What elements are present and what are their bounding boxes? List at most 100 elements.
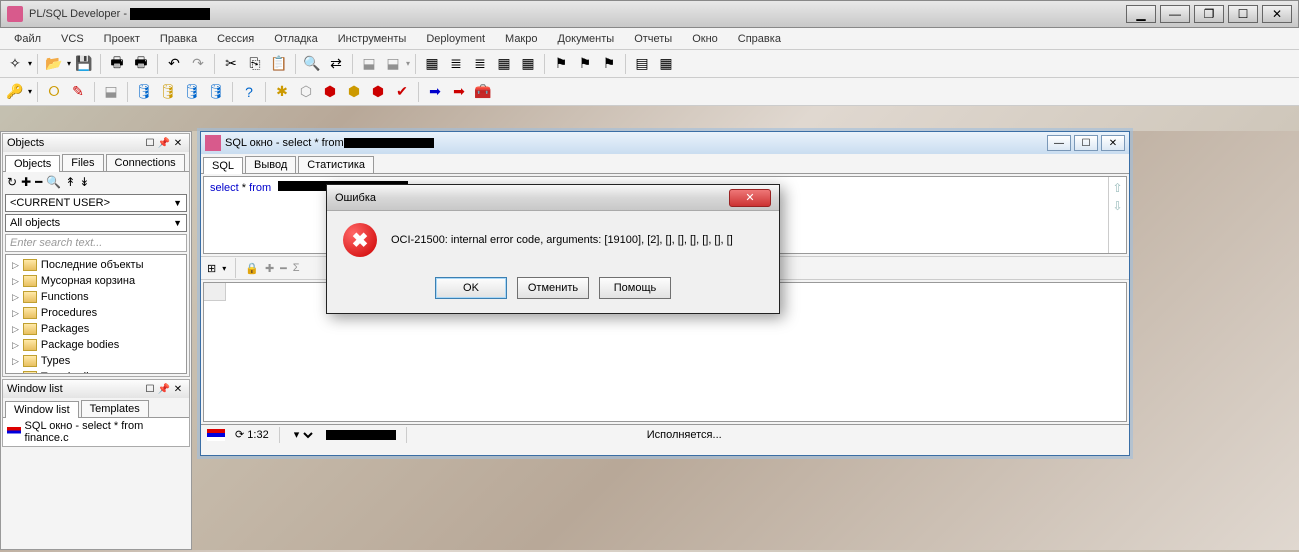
pen-icon[interactable]: ✎: [67, 81, 89, 103]
lock-icon[interactable]: 🔒: [245, 262, 259, 275]
user-combo[interactable]: <CURRENT USER>▼: [5, 194, 187, 212]
windows2-icon[interactable]: ▦: [655, 53, 677, 75]
sql-window-titlebar[interactable]: SQL окно - select * from — ☐ ✕: [201, 132, 1129, 154]
outdent-icon[interactable]: ≣: [469, 53, 491, 75]
restore-button[interactable]: —: [1160, 5, 1190, 23]
status-combo[interactable]: ▾: [290, 428, 316, 442]
db4-icon[interactable]: 🛢: [205, 81, 227, 103]
add-icon[interactable]: ✚: [21, 175, 31, 189]
menu-reports[interactable]: Отчеты: [626, 31, 680, 47]
menu-macro[interactable]: Макро: [497, 31, 545, 47]
menu-vcs[interactable]: VCS: [53, 31, 92, 47]
menu-file[interactable]: Файл: [6, 31, 49, 47]
panel-close-icon[interactable]: ✕: [171, 136, 185, 150]
tab-files[interactable]: Files: [62, 154, 103, 171]
nav-down-icon[interactable]: ⇩: [1112, 199, 1122, 213]
up-icon[interactable]: ↟: [65, 175, 75, 189]
close-button[interactable]: ✕: [1262, 5, 1292, 23]
bookmark-icon[interactable]: ⚑: [550, 53, 572, 75]
copy-icon[interactable]: ⎘: [244, 53, 266, 75]
save-icon[interactable]: 💾: [73, 53, 95, 75]
hex1-icon[interactable]: ⬡: [295, 81, 317, 103]
refresh-icon[interactable]: ↻: [7, 175, 17, 189]
redo-icon[interactable]: ↷: [187, 53, 209, 75]
menu-window[interactable]: Окно: [684, 31, 726, 47]
help-button[interactable]: Помощь: [599, 277, 671, 299]
restore2-button[interactable]: ❐: [1194, 5, 1224, 23]
menu-documents[interactable]: Документы: [549, 31, 622, 47]
windowlist-item[interactable]: SQL окно - select * from finance.c: [3, 418, 189, 446]
assist-icon[interactable]: ▦: [517, 53, 539, 75]
cut-icon[interactable]: ✂: [220, 53, 242, 75]
new-icon[interactable]: ✧: [4, 53, 26, 75]
del-icon[interactable]: ━: [35, 175, 42, 189]
wl-dock-icon[interactable]: ☐: [143, 382, 157, 396]
menu-tools[interactable]: Инструменты: [330, 31, 415, 47]
tab-sql[interactable]: SQL: [203, 157, 243, 174]
tab-templates[interactable]: Templates: [81, 400, 149, 417]
run-icon[interactable]: ➡: [424, 81, 446, 103]
panel-pin-icon[interactable]: 📌: [157, 136, 171, 150]
child-minimize-button[interactable]: —: [1047, 135, 1071, 151]
db2-icon[interactable]: 🛢: [157, 81, 179, 103]
dialog-titlebar[interactable]: Ошибка ✕: [327, 185, 779, 211]
wl-close-icon[interactable]: ✕: [171, 382, 185, 396]
menu-session[interactable]: Сессия: [209, 31, 262, 47]
grid-icon[interactable]: ⊞: [207, 262, 216, 275]
stop-icon[interactable]: 🧰: [472, 81, 494, 103]
menu-help[interactable]: Справка: [730, 31, 789, 47]
explain2-icon[interactable]: ⬓: [382, 53, 404, 75]
key-icon[interactable]: 🔑: [4, 81, 26, 103]
gear-icon[interactable]: ✱: [271, 81, 293, 103]
hex2-icon[interactable]: ⬢: [319, 81, 341, 103]
beauty-icon[interactable]: ▦: [493, 53, 515, 75]
run2-icon[interactable]: ➡: [448, 81, 470, 103]
menu-edit[interactable]: Правка: [152, 31, 205, 47]
find2-icon[interactable]: 🔍: [46, 175, 61, 189]
tab-windowlist[interactable]: Window list: [5, 401, 79, 418]
open-icon[interactable]: 📂: [43, 53, 65, 75]
db1-icon[interactable]: 🛢: [133, 81, 155, 103]
find-icon[interactable]: 🔍: [301, 53, 323, 75]
minus-icon[interactable]: ━: [280, 262, 287, 275]
menu-debug[interactable]: Отладка: [266, 31, 325, 47]
bookmark3-icon[interactable]: ⚑: [598, 53, 620, 75]
panel-dock-icon[interactable]: ☐: [143, 136, 157, 150]
findrepeat-icon[interactable]: ⇄: [325, 53, 347, 75]
help-icon[interactable]: ?: [238, 81, 260, 103]
paste-icon[interactable]: 📋: [268, 53, 290, 75]
print-icon[interactable]: 🖶: [106, 53, 128, 75]
menu-project[interactable]: Проект: [96, 31, 148, 47]
child-close-button[interactable]: ✕: [1101, 135, 1125, 151]
windows-icon[interactable]: ▤: [631, 53, 653, 75]
plus-icon[interactable]: ✚: [265, 262, 274, 275]
ok-button[interactable]: OK: [435, 277, 507, 299]
hex5-icon[interactable]: ✔: [391, 81, 413, 103]
hex3-icon[interactable]: ⬢: [343, 81, 365, 103]
print2-icon[interactable]: 🖶: [130, 53, 152, 75]
something-icon[interactable]: ⬓: [100, 81, 122, 103]
break-icon[interactable]: ⭘: [43, 81, 65, 103]
maximize-button[interactable]: ☐: [1228, 5, 1258, 23]
tab-output[interactable]: Вывод: [245, 156, 296, 173]
undo-icon[interactable]: ↶: [163, 53, 185, 75]
search-input[interactable]: Enter search text...: [5, 234, 187, 252]
filter-combo[interactable]: All objects▼: [5, 214, 187, 232]
indent-icon[interactable]: ≣: [445, 53, 467, 75]
sqlwin-icon[interactable]: ▦: [421, 53, 443, 75]
tab-stats[interactable]: Статистика: [298, 156, 374, 173]
tab-connections[interactable]: Connections: [106, 154, 185, 171]
object-tree[interactable]: ▷Последние объекты ▷Мусорная корзина ▷Fu…: [5, 254, 187, 374]
db3-icon[interactable]: 🛢: [181, 81, 203, 103]
first-icon[interactable]: Σ: [293, 262, 300, 274]
tab-objects[interactable]: Objects: [5, 155, 60, 172]
down-icon[interactable]: ↡: [79, 175, 89, 189]
cancel-button[interactable]: Отменить: [517, 277, 589, 299]
menu-deployment[interactable]: Deployment: [418, 31, 493, 47]
nav-up-icon[interactable]: ⇧: [1112, 181, 1122, 195]
minimize-button[interactable]: ▁: [1126, 5, 1156, 23]
hex4-icon[interactable]: ⬢: [367, 81, 389, 103]
child-maximize-button[interactable]: ☐: [1074, 135, 1098, 151]
dialog-close-button[interactable]: ✕: [729, 189, 771, 207]
explain-icon[interactable]: ⬓: [358, 53, 380, 75]
